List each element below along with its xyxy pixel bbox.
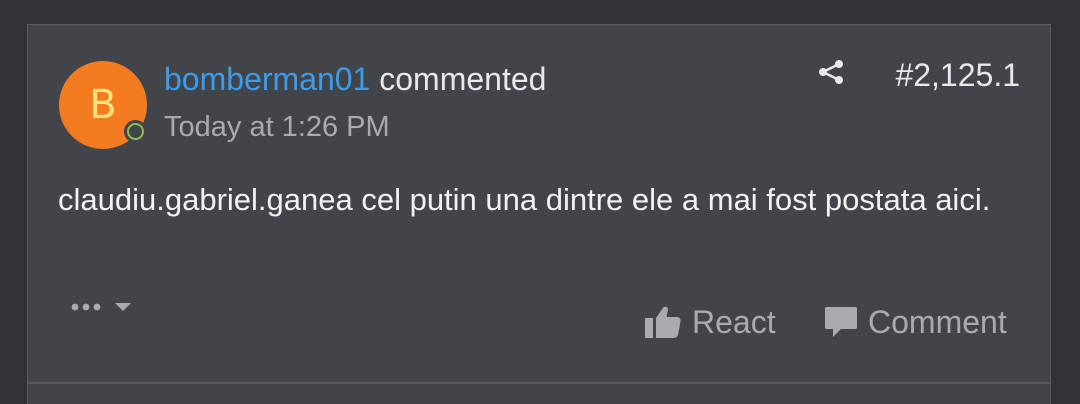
ellipsis-dropdown-icon[interactable] — [70, 295, 134, 319]
comment-body: claudiu.gabriel.ganea cel putin una dint… — [58, 182, 991, 217]
author-line: bomberman01 commented — [164, 57, 546, 101]
react-button[interactable]: React — [644, 299, 776, 345]
speech-bubble-icon — [825, 307, 857, 337]
page-background: B bomberman01 commented Today at 1:26 PM… — [0, 0, 1080, 404]
online-status-ring — [127, 123, 144, 140]
react-label: React — [692, 303, 776, 340]
post-number-link[interactable]: #2,125.1 — [895, 53, 1020, 97]
comment-label: Comment — [868, 303, 1007, 340]
online-status-indicator — [124, 120, 147, 143]
timestamp[interactable]: Today at 1:26 PM — [164, 107, 390, 147]
comment-button[interactable]: Comment — [824, 299, 1007, 345]
author-name-link[interactable]: bomberman01 — [164, 61, 370, 97]
thumbs-up-icon — [645, 306, 681, 338]
comment-card: B bomberman01 commented Today at 1:26 PM… — [27, 24, 1051, 384]
next-card-edge — [27, 384, 1051, 404]
action-text: commented — [379, 61, 547, 97]
share-icon[interactable] — [816, 57, 846, 87]
